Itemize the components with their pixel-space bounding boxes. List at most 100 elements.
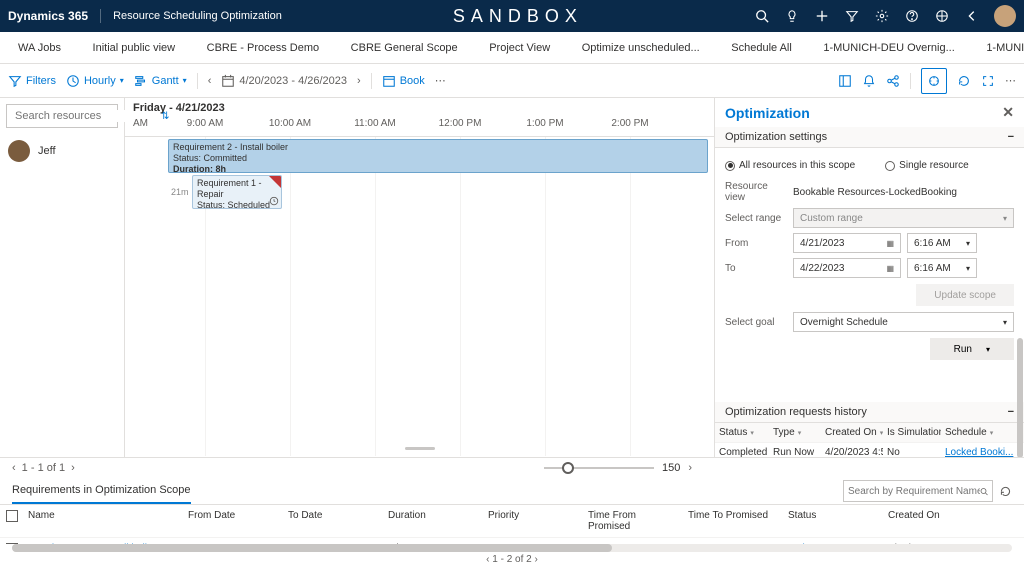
prev-date-button[interactable]: ‹ <box>208 75 212 87</box>
environment-label: SANDBOX <box>282 6 754 27</box>
booking-requirement-1[interactable]: Requirement 1 - Repair Status: Scheduled… <box>192 175 282 209</box>
requirement-search[interactable] <box>843 480 993 502</box>
collapse-history-button[interactable]: − <box>1008 406 1014 418</box>
tab-optimize-unscheduled[interactable]: Optimize unscheduled...✕ <box>572 32 722 63</box>
zoom-chevron-icon[interactable]: › <box>688 462 692 474</box>
requirement-search-input[interactable] <box>848 486 980 497</box>
share-icon[interactable] <box>886 74 900 88</box>
col-to-date[interactable]: To Date <box>282 505 382 537</box>
resource-row[interactable]: Jeff <box>0 134 124 168</box>
pager-next[interactable]: › <box>71 462 75 474</box>
more-toolbar-button[interactable]: ⋯ <box>435 74 446 87</box>
tab-cbre-general[interactable]: CBRE General Scope✕ <box>341 32 480 63</box>
from-time-picker[interactable]: 6:16 AM▾ <box>907 233 977 253</box>
tab-cbre-process[interactable]: CBRE - Process Demo✕ <box>197 32 341 63</box>
zoom-slider[interactable] <box>544 467 654 469</box>
col-name[interactable]: Name <box>22 505 182 537</box>
footer-area: ‹ 1 - 1 of 1 › 150 › Requirements in Opt… <box>0 457 1024 567</box>
col-schedule[interactable]: Schedule▾ <box>941 423 1024 442</box>
history-row[interactable]: CompletedRun Now4/20/2023 4:5...NoLocked… <box>715 443 1024 457</box>
col-simulation[interactable]: Is Simulation▾ <box>883 423 941 442</box>
back-icon[interactable] <box>964 8 980 24</box>
view-tabs: WA Jobs✕ Initial public view✕ CBRE - Pro… <box>0 32 1024 64</box>
panel-scrollbar[interactable] <box>1017 338 1023 457</box>
top-nav-bar: Dynamics 365 Resource Scheduling Optimiz… <box>0 0 1024 32</box>
to-date-picker[interactable]: 4/22/2023▦ <box>793 258 901 278</box>
resource-search[interactable]: ⇅ <box>6 104 118 128</box>
board-settings-icon[interactable] <box>838 74 852 88</box>
filters-button[interactable]: Filters <box>8 74 56 88</box>
tab-wa-jobs[interactable]: WA Jobs✕ <box>8 32 83 63</box>
col-created-on[interactable]: Created On <box>882 505 1024 537</box>
col-time-from-promised[interactable]: Time From Promised <box>582 505 682 537</box>
collapse-settings-button[interactable]: − <box>1008 131 1014 143</box>
search-icon <box>980 486 988 497</box>
optimization-panel-toggle[interactable] <box>921 68 947 94</box>
splitter-handle[interactable] <box>405 447 435 450</box>
refresh-icon[interactable] <box>957 74 971 88</box>
hourly-dropdown[interactable]: Hourly▾ <box>66 74 124 88</box>
col-created[interactable]: Created On▾ <box>821 423 883 442</box>
select-range-dropdown[interactable]: Custom range▾ <box>793 208 1014 228</box>
book-button[interactable]: Book <box>382 74 425 88</box>
refresh-requirements-icon[interactable] <box>999 485 1012 498</box>
add-icon[interactable] <box>814 8 830 24</box>
requirements-table: Name From Date To Date Duration Priority… <box>0 505 1024 544</box>
brand-label: Dynamics 365 <box>8 9 101 23</box>
col-priority[interactable]: Priority <box>482 505 582 537</box>
tab-munich-emergency[interactable]: 1-MUNICH-DEU Emergen...✕ <box>976 32 1024 63</box>
col-type[interactable]: Type▾ <box>769 423 821 442</box>
close-panel-button[interactable]: ✕ <box>1002 104 1014 121</box>
topbar-icons <box>754 5 1016 27</box>
settings-icon[interactable] <box>874 8 890 24</box>
search-icon[interactable] <box>754 8 770 24</box>
col-duration[interactable]: Duration <box>382 505 482 537</box>
horizontal-scrollbar[interactable] <box>12 544 1012 552</box>
pager-info: 1 - 1 of 1 <box>22 462 65 474</box>
radio-single-resource[interactable]: Single resource <box>885 160 968 171</box>
schedule-canvas[interactable]: Requirement 2 - Install boiler Status: C… <box>125 137 714 456</box>
update-scope-button[interactable]: Update scope <box>916 284 1014 306</box>
date-range-picker[interactable]: 4/20/2023 - 4/26/2023 <box>221 74 347 88</box>
from-date-picker[interactable]: 4/21/2023▦ <box>793 233 901 253</box>
col-status[interactable]: Status▾ <box>715 423 769 442</box>
resource-column: ⇅ Jeff <box>0 98 125 457</box>
booking-requirement-2[interactable]: Requirement 2 - Install boiler Status: C… <box>168 139 708 173</box>
optimization-title: Optimization <box>725 105 810 121</box>
req-pager-next[interactable]: › <box>535 554 538 565</box>
optimization-panel: Optimization ✕ Optimization settings − A… <box>714 98 1024 457</box>
toolbar-more-icon[interactable]: ⋯ <box>1005 74 1016 87</box>
next-date-button[interactable]: › <box>357 75 361 87</box>
tab-project-view[interactable]: Project View✕ <box>479 32 571 63</box>
lock-indicator-icon <box>269 176 281 188</box>
expand-icon[interactable] <box>981 74 995 88</box>
filter-icon[interactable] <box>844 8 860 24</box>
settings-section-header: Optimization settings <box>725 131 827 143</box>
history-table: Status▾ Type▾ Created On▾ Is Simulation▾… <box>715 423 1024 457</box>
gantt-dropdown[interactable]: Gantt▾ <box>134 74 187 88</box>
tab-schedule-all[interactable]: Schedule All✕ <box>721 32 813 63</box>
help-icon[interactable] <box>904 8 920 24</box>
requirements-tab[interactable]: Requirements in Optimization Scope <box>12 478 191 504</box>
run-button[interactable]: Run▾ <box>930 338 1014 360</box>
resource-avatar <box>8 140 30 162</box>
select-all-checkbox[interactable] <box>6 510 18 522</box>
bell-icon[interactable] <box>862 74 876 88</box>
schedule-toolbar: Filters Hourly▾ Gantt▾ ‹ 4/20/2023 - 4/2… <box>0 64 1024 98</box>
col-time-to-promised[interactable]: Time To Promised <box>682 505 782 537</box>
col-req-status[interactable]: Status <box>782 505 882 537</box>
lightbulb-icon[interactable] <box>784 8 800 24</box>
pager-prev[interactable]: ‹ <box>12 462 16 474</box>
tab-munich-overnight[interactable]: 1-MUNICH-DEU Overnig...✕ <box>813 32 976 63</box>
user-avatar[interactable] <box>994 5 1016 27</box>
gap-label: 21m <box>171 187 189 197</box>
target-icon[interactable] <box>934 8 950 24</box>
resource-name: Jeff <box>38 145 56 157</box>
radio-all-resources[interactable]: All resources in this scope <box>725 160 855 171</box>
col-from-date[interactable]: From Date <box>182 505 282 537</box>
main-area: ⇅ Jeff Friday - 4/21/2023 AM 9:00 AM 10:… <box>0 98 1024 457</box>
to-time-picker[interactable]: 6:16 AM▾ <box>907 258 977 278</box>
select-goal-dropdown[interactable]: Overnight Schedule▾ <box>793 312 1014 332</box>
day-label: Friday - 4/21/2023 <box>125 98 714 118</box>
tab-initial-public[interactable]: Initial public view✕ <box>83 32 197 63</box>
